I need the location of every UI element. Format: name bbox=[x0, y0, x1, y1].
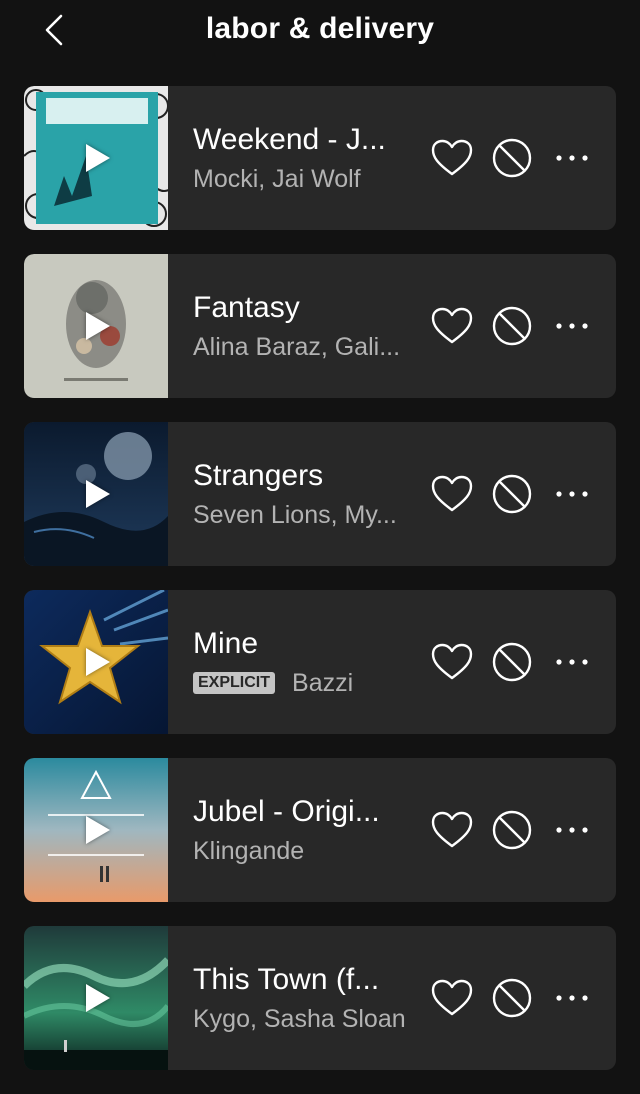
track-info: Mine EXPLICIT Bazzi bbox=[193, 590, 418, 734]
track-actions bbox=[430, 640, 594, 684]
more-icon bbox=[556, 659, 588, 665]
play-icon bbox=[86, 984, 110, 1012]
track-card[interactable]: Jubel - Origi... Klingande bbox=[24, 758, 616, 902]
play-icon bbox=[86, 816, 110, 844]
more-button[interactable] bbox=[550, 640, 594, 684]
hide-button[interactable] bbox=[490, 808, 534, 852]
hide-button[interactable] bbox=[490, 640, 534, 684]
track-actions bbox=[430, 136, 594, 180]
track-info: Strangers Seven Lions, My... bbox=[193, 422, 418, 566]
like-button[interactable] bbox=[430, 304, 474, 348]
track-artist[interactable]: Seven Lions, My... bbox=[193, 499, 397, 531]
heart-icon bbox=[431, 139, 473, 176]
track-artist[interactable]: Kygo, Sasha Sloan bbox=[193, 1003, 406, 1035]
play-icon bbox=[86, 144, 110, 172]
more-button[interactable] bbox=[550, 472, 594, 516]
heart-icon bbox=[431, 643, 473, 680]
track-actions bbox=[430, 976, 594, 1020]
artist-row: Alina Baraz, Gali... bbox=[193, 331, 418, 363]
block-icon bbox=[492, 474, 532, 514]
explicit-badge: EXPLICIT bbox=[193, 672, 276, 694]
like-button[interactable] bbox=[430, 640, 474, 684]
heart-icon bbox=[431, 811, 473, 848]
play-icon bbox=[86, 480, 110, 508]
track-card[interactable]: Fantasy Alina Baraz, Gali... bbox=[24, 254, 616, 398]
album-art-play[interactable] bbox=[24, 422, 168, 566]
track-info: This Town (f... Kygo, Sasha Sloan bbox=[193, 926, 418, 1070]
album-art-play[interactable] bbox=[24, 758, 168, 902]
album-art-play[interactable] bbox=[24, 590, 168, 734]
more-button[interactable] bbox=[550, 808, 594, 852]
track-info: Jubel - Origi... Klingande bbox=[193, 758, 418, 902]
block-icon bbox=[492, 978, 532, 1018]
track-title[interactable]: Jubel - Origi... bbox=[193, 793, 418, 831]
track-title[interactable]: Fantasy bbox=[193, 289, 418, 327]
artist-row: Klingande bbox=[193, 835, 418, 867]
album-art-play[interactable] bbox=[24, 254, 168, 398]
more-icon bbox=[556, 323, 588, 329]
like-button[interactable] bbox=[430, 808, 474, 852]
track-title[interactable]: This Town (f... bbox=[193, 961, 418, 999]
hide-button[interactable] bbox=[490, 136, 534, 180]
play-icon bbox=[86, 648, 110, 676]
play-icon bbox=[86, 312, 110, 340]
track-title[interactable]: Mine bbox=[193, 625, 418, 663]
track-title[interactable]: Strangers bbox=[193, 457, 418, 495]
track-artist[interactable]: Bazzi bbox=[292, 667, 353, 699]
block-icon bbox=[492, 810, 532, 850]
hide-button[interactable] bbox=[490, 976, 534, 1020]
like-button[interactable] bbox=[430, 472, 474, 516]
track-title[interactable]: Weekend - J... bbox=[193, 121, 418, 159]
hide-button[interactable] bbox=[490, 304, 534, 348]
heart-icon bbox=[431, 307, 473, 344]
heart-icon bbox=[431, 979, 473, 1016]
page-title: labor & delivery bbox=[205, 12, 435, 45]
track-artist[interactable]: Klingande bbox=[193, 835, 304, 867]
more-button[interactable] bbox=[550, 136, 594, 180]
artist-row: Seven Lions, My... bbox=[193, 499, 418, 531]
track-artist[interactable]: Mocki, Jai Wolf bbox=[193, 163, 361, 195]
like-button[interactable] bbox=[430, 976, 474, 1020]
track-card[interactable]: Strangers Seven Lions, My... bbox=[24, 422, 616, 566]
more-icon bbox=[556, 155, 588, 161]
track-list: Weekend - J... Mocki, Jai Wolf Fantasy A… bbox=[24, 86, 616, 1094]
block-icon bbox=[492, 306, 532, 346]
block-icon bbox=[492, 642, 532, 682]
track-card[interactable]: Weekend - J... Mocki, Jai Wolf bbox=[24, 86, 616, 230]
track-card[interactable]: Mine EXPLICIT Bazzi bbox=[24, 590, 616, 734]
like-button[interactable] bbox=[430, 136, 474, 180]
heart-icon bbox=[431, 475, 473, 512]
track-actions bbox=[430, 304, 594, 348]
more-icon bbox=[556, 995, 588, 1001]
artist-row: Kygo, Sasha Sloan bbox=[193, 1003, 418, 1035]
block-icon bbox=[492, 138, 532, 178]
track-actions bbox=[430, 472, 594, 516]
more-icon bbox=[556, 491, 588, 497]
album-art-play[interactable] bbox=[24, 86, 168, 230]
track-info: Weekend - J... Mocki, Jai Wolf bbox=[193, 86, 418, 230]
track-artist[interactable]: Alina Baraz, Gali... bbox=[193, 331, 400, 363]
hide-button[interactable] bbox=[490, 472, 534, 516]
album-art-play[interactable] bbox=[24, 926, 168, 1070]
more-icon bbox=[556, 827, 588, 833]
artist-row: Mocki, Jai Wolf bbox=[193, 163, 418, 195]
track-card[interactable]: This Town (f... Kygo, Sasha Sloan bbox=[24, 926, 616, 1070]
more-button[interactable] bbox=[550, 304, 594, 348]
artist-row: EXPLICIT Bazzi bbox=[193, 667, 418, 699]
track-actions bbox=[430, 808, 594, 852]
more-button[interactable] bbox=[550, 976, 594, 1020]
track-info: Fantasy Alina Baraz, Gali... bbox=[193, 254, 418, 398]
header: labor & delivery bbox=[0, 0, 640, 62]
